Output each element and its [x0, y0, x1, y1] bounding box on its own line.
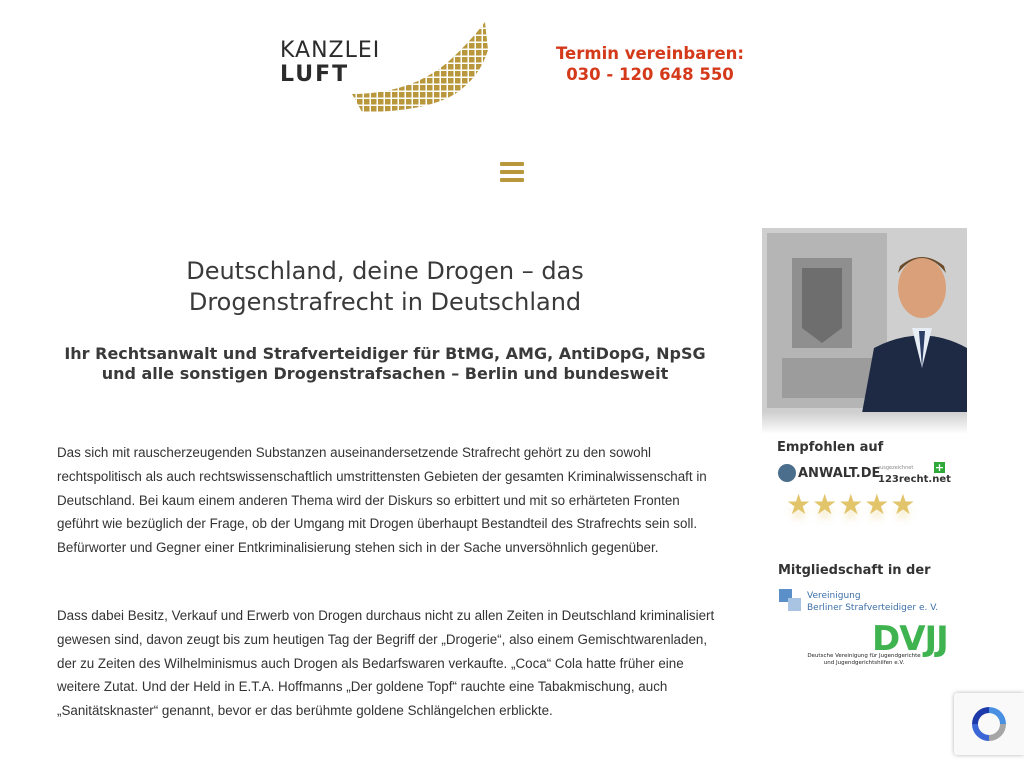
logo-line1: KANZLEI — [280, 38, 381, 63]
anwalt-circle-icon — [778, 464, 796, 482]
recaptcha-badge[interactable] — [954, 693, 1024, 755]
portrait-shadow — [762, 412, 967, 434]
dvjj-logo[interactable]: DVJJ — [872, 622, 949, 656]
vbs-line1: Vereinigung — [807, 591, 861, 601]
page-subtitle: Ihr Rechtsanwalt und Strafverteidiger fü… — [64, 344, 706, 383]
r123-logo[interactable]: 123recht.net — [878, 474, 951, 485]
vbs-logo-icon — [779, 589, 801, 611]
recommended-title: Empfohlen auf — [777, 440, 884, 455]
vbs-logo-text[interactable]: Vereinigung Berliner Strafverteidiger e.… — [807, 590, 938, 614]
vbs-line2: Berliner Strafverteidiger e. V. — [807, 603, 939, 613]
anwalt-de-logo[interactable]: ANWALT.DE — [778, 463, 880, 483]
rating-stars: ★★★★★ — [786, 488, 917, 521]
anwalt-de-label: ANWALT.DE — [798, 465, 881, 481]
dvjj-caption: Deutsche Vereinigung für Jugendgerichte … — [779, 653, 949, 667]
kanzlei-luft-logo[interactable]: KANZLEI LUFT — [280, 22, 490, 114]
lawyer-portrait — [762, 228, 967, 413]
logo-line2: LUFT — [280, 62, 350, 87]
membership-title: Mitgliedschaft in der — [778, 563, 931, 578]
page-title: Deutschland, deine Drogen – das Drogenst… — [186, 257, 584, 316]
recaptcha-icon — [972, 707, 1006, 741]
dvjj-line1: Deutsche Vereinigung für Jugendgerichte — [807, 653, 921, 659]
r123-tagline: ausgezeichnet — [877, 465, 914, 471]
cta-label: Termin vereinbaren: — [555, 44, 745, 63]
plus-icon: + — [934, 461, 945, 474]
article-paragraph-2: Dass dabei Besitz, Verkauf und Erwerb vo… — [57, 608, 715, 719]
hamburger-menu-icon[interactable] — [500, 162, 524, 183]
dvjj-line2: und Jugendgerichtshilfen e.V. — [823, 660, 905, 666]
article-paragraph-1: Das sich mit rauscherzeugenden Substanze… — [57, 445, 707, 556]
appointment-cta[interactable]: Termin vereinbaren: 030 - 120 648 550 — [550, 43, 750, 85]
cta-phone[interactable]: 030 - 120 648 550 — [550, 64, 750, 85]
